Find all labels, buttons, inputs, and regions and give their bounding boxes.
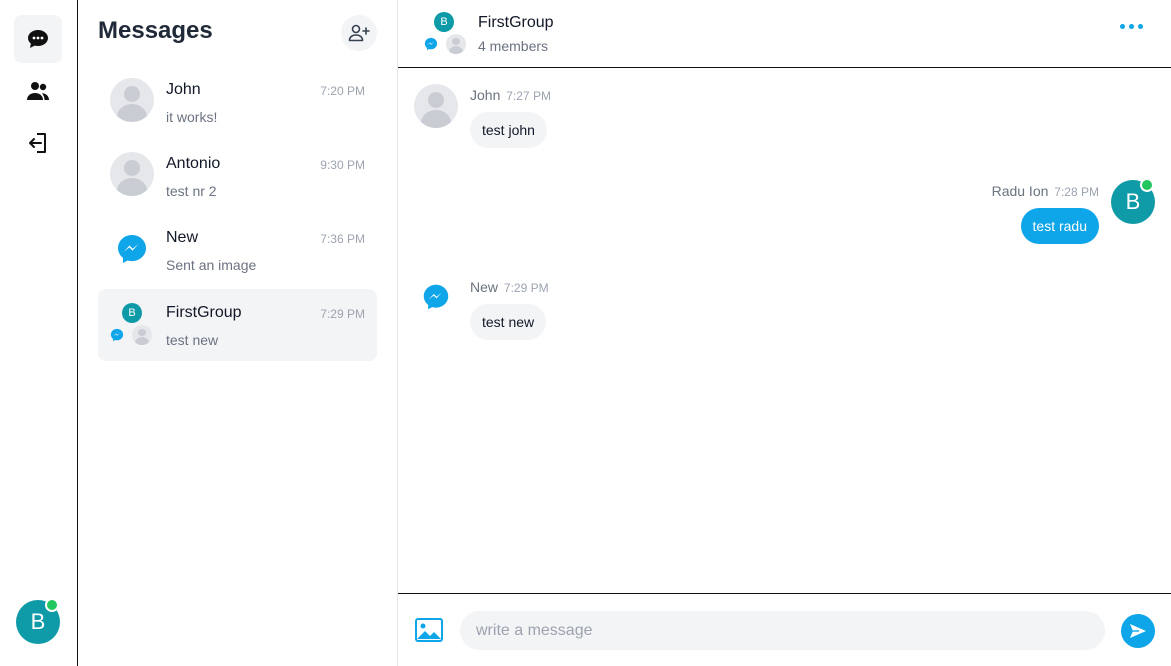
group-avatar: B [110,303,154,347]
avatar [110,152,154,196]
send-button[interactable] [1121,614,1155,648]
conversation-time: 7:36 PM [320,232,365,246]
conversation-name: New [166,229,199,246]
conversation-list-panel: Messages John 7:20 PM it works! Antonio … [78,0,398,666]
current-user-avatar[interactable]: B [16,598,60,644]
nav-logout-button[interactable] [14,119,62,167]
conversation-preview: test nr 2 [166,183,217,199]
message-bubble: test new [470,304,547,340]
message-sender: John [470,87,501,103]
logout-icon [29,133,46,153]
message-bubble: test john [470,112,547,148]
conversation-preview: Sent an image [166,257,257,273]
message-composer [398,593,1171,666]
add-user-button[interactable] [341,15,377,51]
avatar [110,78,154,122]
messenger-icon [118,235,146,263]
avatar [414,84,458,128]
nav-chats-button[interactable] [14,15,62,63]
message-sender: New [470,279,499,295]
message-time: 7:28 PM [1054,185,1099,199]
avatar: B [1111,178,1155,224]
more-options-button[interactable] [1120,24,1143,29]
more-dots-icon [1138,24,1143,29]
conversation-item[interactable]: Antonio 9:30 PM test nr 2 [98,149,377,221]
message-sender: Radu Ion [991,183,1049,199]
group-initial: B [434,12,454,32]
conversation-item[interactable]: B FirstGroup 7:29 PM test new [98,289,377,361]
conversation-time: 9:30 PM [320,158,365,172]
online-indicator [1140,178,1154,192]
conversation-name: FirstGroup [166,304,242,321]
message-time: 7:29 PM [503,281,549,295]
message-time: 7:27 PM [506,89,551,103]
more-dots-icon [1129,24,1134,29]
conversation-preview: it works! [166,109,218,125]
conversation-time: 7:29 PM [320,307,365,321]
add-user-icon [348,24,370,42]
messenger-icon [423,284,449,310]
conversation-time: 7:20 PM [320,84,365,98]
messenger-icon [110,328,124,342]
conversation-preview: test new [166,332,219,348]
nav-rail: B [0,0,78,666]
group-avatar: B [424,12,468,56]
image-upload-icon[interactable] [415,618,443,642]
conversation-name: Antonio [166,155,221,172]
messenger-icon [424,37,438,51]
chat-member-count: 4 members [478,38,549,54]
send-icon [1130,624,1146,638]
message-meta: New 7:29 PM [470,279,549,295]
conversation-item[interactable]: John 7:20 PM it works! [98,75,377,147]
current-user-initial: B [30,609,46,634]
people-icon [27,82,49,100]
chat-header: B FirstGroup 4 members [398,0,1171,68]
conversation-name: John [166,81,201,98]
chat-panel: B FirstGroup 4 members John 7:27 PM test… [398,0,1171,666]
chat-title: FirstGroup [478,14,554,31]
avatar-initial: B [1125,189,1141,214]
message-input[interactable] [460,611,1105,650]
message-meta: John 7:27 PM [470,87,551,103]
more-dots-icon [1120,24,1125,29]
page-title: Messages [98,17,213,44]
chat-bubble-icon [28,30,48,48]
nav-people-button[interactable] [14,67,62,115]
group-initial: B [122,303,142,323]
online-indicator [45,598,59,612]
avatar [446,34,466,54]
conversation-item[interactable]: New 7:36 PM Sent an image [98,223,377,295]
avatar [132,325,152,345]
message-bubble: test radu [1020,208,1099,244]
message-meta: Radu Ion 7:28 PM [992,183,1099,199]
